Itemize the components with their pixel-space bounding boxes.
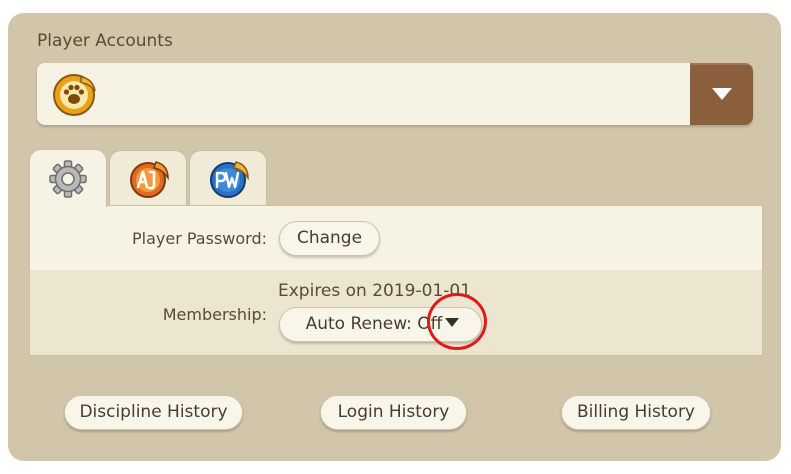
login-history-button[interactable]: Login History bbox=[320, 395, 467, 430]
tab-settings[interactable] bbox=[29, 149, 107, 207]
animal-jam-logo-icon bbox=[130, 161, 169, 198]
password-row: Player Password: Change bbox=[30, 206, 762, 270]
change-password-button[interactable]: Change bbox=[279, 221, 380, 256]
password-label: Player Password: bbox=[132, 229, 267, 248]
tab-play-wild[interactable] bbox=[189, 150, 267, 206]
account-dropdown-button[interactable] bbox=[690, 63, 753, 125]
membership-label: Membership: bbox=[162, 305, 267, 324]
settings-content: Player Password: Change Expires on 2019-… bbox=[29, 205, 763, 356]
auto-renew-label: Auto Renew: Off bbox=[305, 314, 443, 334]
annotation-circle bbox=[427, 293, 487, 350]
billing-history-button[interactable]: Billing History bbox=[561, 395, 711, 430]
discipline-history-button[interactable]: Discipline History bbox=[64, 395, 243, 430]
paw-badge-icon bbox=[51, 71, 97, 117]
triangle-down-icon bbox=[712, 88, 732, 100]
gear-icon bbox=[49, 160, 87, 198]
panel-title: Player Accounts bbox=[37, 31, 173, 51]
account-selector[interactable] bbox=[37, 63, 753, 125]
play-wild-logo-icon bbox=[210, 161, 249, 198]
membership-row: Expires on 2019-01-01 Membership: Auto R… bbox=[30, 270, 762, 355]
tab-animal-jam[interactable] bbox=[109, 150, 187, 206]
